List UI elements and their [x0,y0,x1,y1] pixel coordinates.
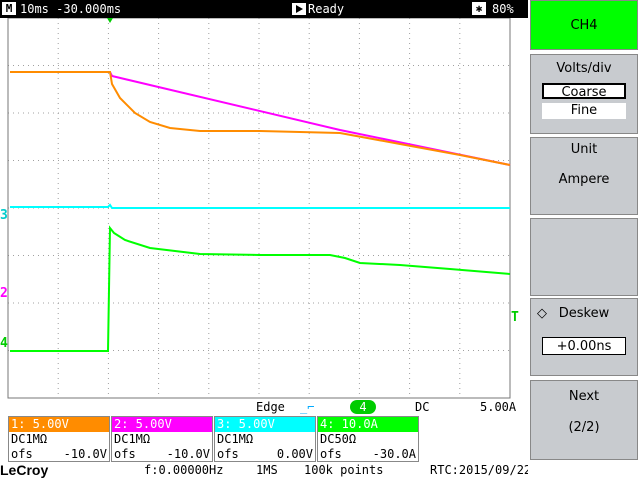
ch3-offset: ofs 0.00V [217,447,313,461]
unit-button[interactable]: Unit Ampere [530,137,638,215]
channel-info-boxes: 1: 5.00V DC1MΩ ofs -10.0V 2: 5.00V DC1MΩ … [8,416,420,462]
ch4-offset: ofs -30.0A [320,447,416,461]
waveform-display: 3 2 4 T [0,18,528,399]
ch3-coupling: DC1MΩ [217,432,254,446]
mode-icon[interactable]: M [2,2,16,15]
ch1-info-box[interactable]: 1: 5.00V DC1MΩ ofs -10.0V [8,416,110,462]
ch4-ground-marker[interactable]: 4 [0,336,8,351]
next-page-button[interactable]: Next (2/2) [530,380,638,460]
lecroy-logo: LeCroy [0,462,49,478]
trigger-type: Edge [256,400,285,414]
ch2-scale: 2: 5.00V [112,417,212,432]
page-indicator: (2/2) [568,420,600,435]
ch1-trace [10,71,511,166]
channel-menu-title[interactable]: CH4 [530,0,638,50]
timebase-readout: 10ms -30.000ms [20,2,122,16]
deskew-title: Deskew [558,306,610,321]
battery-level: 80% [492,2,514,16]
record-length-readout: 100k points [304,463,384,477]
trigger-coupling: DC [415,400,430,414]
ch3-info-box[interactable]: 3: 5.00V DC1MΩ ofs 0.00V [214,416,316,462]
frequency-readout: f:0.00000Hz [144,463,224,477]
waveform-graph [7,18,511,399]
ch1-scale: 1: 5.00V [9,417,109,432]
fine-option[interactable]: Fine [542,103,626,119]
ch2-coupling: DC1MΩ [114,432,151,446]
acquisition-status: Ready [292,1,344,17]
softkey-menu: CH4 Volts/div Coarse Fine Unit Ampere ◇ … [528,0,640,480]
next-title: Next [568,389,600,404]
deskew-button[interactable]: ◇ Deskew +0.00ns [530,298,638,376]
ch4-coupling: DC50Ω [320,432,357,446]
ch2-ground-marker[interactable]: 2 [0,286,8,301]
volts-div-title: Volts/div [556,61,612,76]
ch2-offset: ofs -10.0V [114,447,210,461]
volts-div-button[interactable]: Volts/div Coarse Fine [530,54,638,134]
rising-edge-icon: _⌐ [300,400,315,414]
rotary-knob-icon: ◇ [537,306,547,321]
unit-value: Ampere [558,172,610,187]
ch4-scale: 4: 10.0A [318,417,418,432]
battery-icon: ✱ [472,2,486,15]
trigger-info-row: Edge _⌐ 4 DC 5.00A [0,399,528,416]
trigger-source-badge: 4 [350,400,376,414]
ch2-info-box[interactable]: 2: 5.00V DC1MΩ ofs -10.0V [111,416,213,462]
ch4-trace [10,225,511,352]
ch4-info-box[interactable]: 4: 10.0A DC50Ω ofs -30.0A [317,416,419,462]
play-icon[interactable] [292,3,306,15]
deskew-title-row: ◇ Deskew [531,299,637,329]
coarse-option[interactable]: Coarse [542,83,626,100]
ch3-ground-marker[interactable]: 3 [0,208,8,223]
status-label: Ready [308,2,345,16]
trigger-level: 5.00A [480,400,517,414]
trigger-level-marker[interactable]: T [511,310,519,325]
ch3-scale: 3: 5.00V [215,417,315,432]
sample-rate-readout: 1MS [256,463,278,477]
trigger-position-marker[interactable] [107,18,113,23]
ch1-coupling: DC1MΩ [11,432,48,446]
ch1-offset: ofs -10.0V [11,447,107,461]
empty-softkey[interactable] [530,218,638,296]
top-status-bar: M 10ms -30.000ms Ready ✱ 80% [0,0,528,18]
deskew-value[interactable]: +0.00ns [542,337,626,355]
ch3-trace [10,203,510,209]
unit-title: Unit [570,142,598,157]
